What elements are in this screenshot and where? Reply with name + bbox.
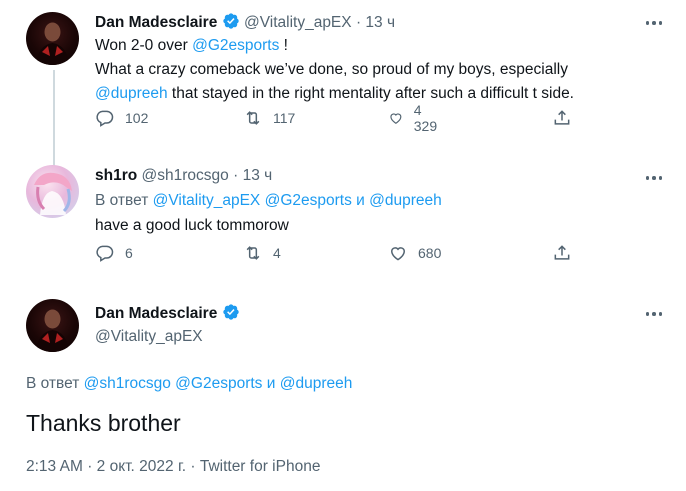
retweet-icon (246, 111, 260, 125)
reply-count: 6 (125, 245, 133, 261)
author-handle[interactable]: @Vitality_apEX (244, 14, 352, 31)
tweet-time[interactable]: 13 ч (365, 14, 395, 31)
share-button[interactable] (552, 108, 572, 128)
avatar[interactable] (26, 299, 79, 352)
author-handle[interactable]: @sh1rocsgo (142, 167, 229, 184)
reply-count: 102 (125, 110, 149, 126)
separator-dot: · (233, 167, 239, 184)
verified-badge-icon (222, 13, 239, 29)
retweet-button[interactable]: 117 (243, 108, 295, 128)
avatar[interactable] (26, 12, 79, 65)
reply-to-and: и (356, 192, 365, 209)
mention-link[interactable]: @sh1rocsgo (84, 375, 171, 392)
mention-link[interactable]: @dupreeh (95, 85, 168, 102)
separator-dot: · (190, 458, 196, 475)
like-button[interactable]: 4 329 (388, 102, 441, 134)
reply-icon (96, 245, 114, 262)
share-button[interactable] (552, 243, 572, 263)
separator-dot: · (87, 458, 93, 475)
tweet-time[interactable]: 13 ч (243, 167, 273, 184)
share-icon (554, 110, 570, 125)
reply-to-line: В ответ @sh1rocsgo @G2esports и @dupreeh (26, 372, 352, 396)
tweet-text: Thanks brother (26, 410, 181, 436)
like-button[interactable]: 680 (388, 243, 441, 263)
mention-link[interactable]: @Vitality_apEX (153, 192, 261, 209)
tweet-header: Dan Madesclaire @Vitality_apEX · 13 ч (95, 12, 395, 32)
text-segment: ! (279, 37, 288, 54)
retweet-count: 117 (273, 110, 296, 126)
tweet-header: sh1ro @sh1rocsgo · 13 ч (95, 167, 272, 185)
reply-to-line: В ответ @Vitality_apEX @G2esports и @dup… (95, 189, 442, 213)
more-dots-icon[interactable] (643, 14, 665, 32)
avatar[interactable] (26, 165, 79, 218)
retweet-count: 4 (273, 245, 281, 261)
more-dots-icon[interactable] (643, 169, 665, 187)
tweet-source[interactable]: Twitter for iPhone (200, 458, 321, 475)
avatar-photo (36, 309, 69, 352)
heart-icon (390, 113, 402, 124)
like-count: 4 329 (413, 102, 438, 134)
reply-to-label: В ответ (26, 375, 80, 392)
mention-link[interactable]: @G2esports (265, 192, 352, 209)
reply-to-label: В ответ (95, 192, 149, 209)
author-name[interactable]: sh1ro (95, 167, 137, 184)
author-handle[interactable]: @Vitality_apEX (95, 328, 203, 346)
separator-dot: · (355, 14, 362, 31)
text-segment: Won 2-0 over (95, 37, 193, 54)
tweet-time[interactable]: 2:13 AM (26, 458, 83, 475)
retweet-button[interactable]: 4 (243, 243, 281, 263)
mention-link[interactable]: @dupreeh (280, 375, 353, 392)
thread-line (53, 70, 55, 168)
tweet-date[interactable]: 2 окт. 2022 г. (97, 458, 186, 475)
author-name-row: Dan Madesclaire (95, 303, 240, 323)
mention-link[interactable]: @G2esports (192, 37, 279, 54)
avatar-photo (36, 22, 69, 65)
text-line: What a crazy comeback we’ve done, so pro… (95, 61, 568, 78)
reply-button[interactable]: 102 (95, 108, 148, 128)
text-segment: that stayed in the right mentality after… (167, 85, 574, 102)
reply-button[interactable]: 6 (95, 243, 133, 263)
retweet-icon (246, 246, 260, 260)
tweet-text: have a good luck tommorow (95, 217, 289, 234)
author-name[interactable]: Dan Madesclaire (95, 305, 217, 322)
more-dots-icon[interactable] (643, 305, 665, 323)
mention-link[interactable]: @dupreeh (369, 192, 442, 209)
reply-icon (96, 110, 114, 127)
share-icon (554, 245, 570, 260)
tweet-text: Won 2-0 over @G2esports ! What a crazy c… (95, 34, 665, 106)
reply-to-and: и (266, 375, 276, 392)
avatar-photo (34, 172, 72, 215)
mention-link[interactable]: @G2esports (175, 375, 262, 392)
tweet-metadata: 2:13 AM · 2 окт. 2022 г. · Twitter for i… (26, 458, 320, 476)
heart-icon (390, 247, 406, 261)
verified-badge-icon (222, 304, 239, 320)
author-name[interactable]: Dan Madesclaire (95, 14, 217, 31)
like-count: 680 (418, 245, 442, 261)
